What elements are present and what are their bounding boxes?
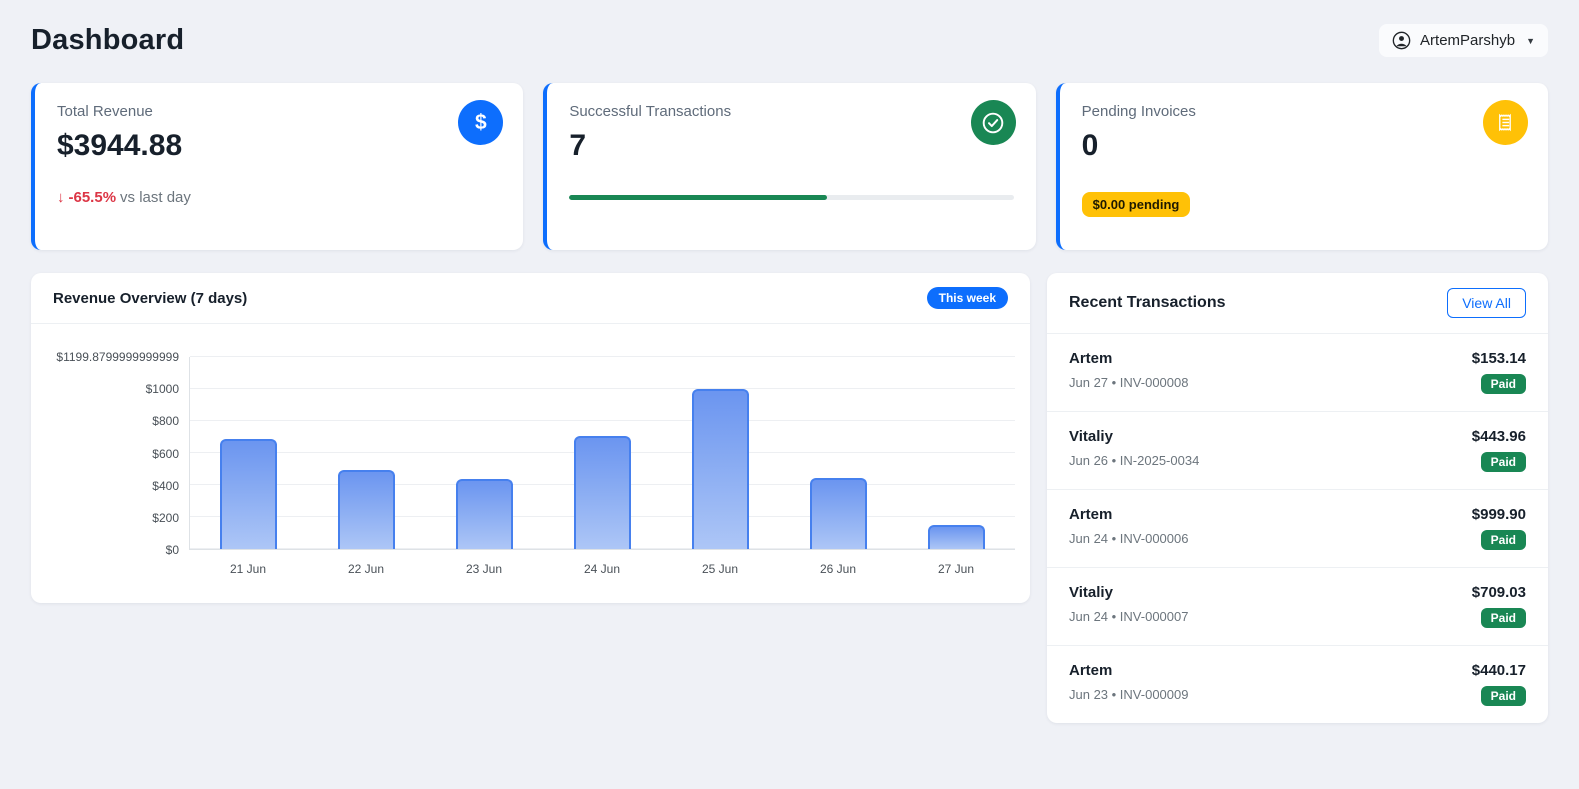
delta-suffix: vs last day (120, 189, 191, 206)
status-badge: Paid (1481, 608, 1526, 628)
transaction-row[interactable]: Vitaliy Jun 24 • INV-000007 $709.03 Paid (1047, 567, 1548, 645)
revenue-bar-chart: $0$200$400$600$800$1000$1199.87999999999… (41, 357, 1015, 576)
main-row: Revenue Overview (7 days) This week $0 $2… (31, 273, 1548, 723)
chart-plot (189, 357, 1015, 550)
total-revenue-card: Total Revenue $3944.88 ↓-65.5%vs last da… (31, 83, 523, 250)
bar-column (544, 357, 662, 549)
revenue-delta: ↓-65.5%vs last day (57, 189, 501, 206)
bar-column (779, 357, 897, 549)
bar-column (426, 357, 544, 549)
dashboard-page: Dashboard ArtemParshyb ▼ Total Revenue $… (0, 0, 1579, 747)
transaction-name: Vitaliy (1069, 584, 1188, 601)
y-tick-label: $200 (152, 511, 179, 525)
transactions-title: Recent Transactions (1069, 294, 1226, 312)
transaction-amount: $709.03 (1472, 584, 1526, 601)
stat-label: Pending Invoices (1082, 103, 1526, 120)
x-tick-label: 25 Jun (661, 562, 779, 576)
transaction-meta: Jun 23 • INV-000009 (1069, 687, 1188, 702)
chart-y-axis: $0$200$400$600$800$1000$1199.87999999999… (41, 357, 189, 550)
chart-x-axis: 21 Jun22 Jun23 Jun24 Jun25 Jun26 Jun27 J… (189, 562, 1015, 576)
bar-21-jun (220, 439, 277, 549)
topbar: Dashboard ArtemParshyb ▼ (31, 24, 1548, 57)
transaction-name: Artem (1069, 662, 1188, 679)
y-tick-label: $0 (166, 543, 179, 557)
stat-label: Total Revenue (57, 103, 501, 120)
x-tick-label: 21 Jun (189, 562, 307, 576)
user-menu-button[interactable]: ArtemParshyb ▼ (1379, 24, 1548, 57)
transaction-row[interactable]: Artem Jun 23 • INV-000009 $440.17 Paid (1047, 645, 1548, 723)
recent-transactions-card: Recent Transactions View All Artem Jun 27… (1047, 273, 1548, 723)
transaction-meta: Jun 24 • INV-000007 (1069, 609, 1188, 624)
transaction-meta: Jun 27 • INV-000008 (1069, 375, 1188, 390)
y-tick-label: $800 (152, 414, 179, 428)
page-title: Dashboard (31, 24, 184, 57)
stat-label: Successful Transactions (569, 103, 1013, 120)
this-week-badge: This week (927, 287, 1008, 309)
bar-column (661, 357, 779, 549)
user-name: ArtemParshyb (1420, 32, 1515, 49)
transactions-header: Recent Transactions View All (1047, 273, 1548, 334)
bars-layer (190, 357, 1015, 549)
x-tick-label: 26 Jun (779, 562, 897, 576)
bar-22-jun (338, 470, 395, 549)
bar-23-jun (456, 479, 513, 549)
y-tick-label: $1199.8799999999999 (56, 350, 179, 364)
transaction-name: Vitaliy (1069, 428, 1199, 445)
bar-24-jun (574, 436, 631, 549)
successful-transactions-card: Successful Transactions 7 (543, 83, 1035, 250)
transactions-progress (569, 195, 1013, 200)
chart-title: Revenue Overview (7 days) (53, 290, 247, 307)
chevron-down-icon: ▼ (1526, 36, 1535, 46)
chart-body: $0 $200 $400 $600 $800 $1000 $1199.87999999999… (31, 324, 1030, 576)
transaction-row[interactable]: Vitaliy Jun 26 • IN-2025-0034 $443.96 Paid (1047, 411, 1548, 489)
x-tick-label: 23 Jun (425, 562, 543, 576)
x-tick-label: 22 Jun (307, 562, 425, 576)
y-tick-label: $1000 (146, 382, 179, 396)
pending-amount-badge: $0.00 pending (1082, 192, 1191, 217)
status-badge: Paid (1481, 374, 1526, 394)
view-all-button[interactable]: View All (1447, 288, 1526, 318)
transaction-amount: $440.17 (1472, 662, 1526, 679)
pending-invoices-card: Pending Invoices 0 $0.00 pending (1056, 83, 1548, 250)
receipt-icon (1483, 100, 1528, 145)
y-tick-label: $600 (152, 447, 179, 461)
transaction-row[interactable]: Artem Jun 27 • INV-000008 $153.14 Paid (1047, 334, 1548, 411)
transactions-progress-fill (569, 195, 827, 200)
bar-column (308, 357, 426, 549)
x-tick-label: 27 Jun (897, 562, 1015, 576)
status-badge: Paid (1481, 530, 1526, 550)
transaction-row[interactable]: Artem Jun 24 • INV-000006 $999.90 Paid (1047, 489, 1548, 567)
chart-header: Revenue Overview (7 days) This week (31, 273, 1030, 324)
x-tick-label: 24 Jun (543, 562, 661, 576)
transaction-name: Artem (1069, 350, 1188, 367)
bar-27-jun (928, 525, 985, 549)
bar-26-jun (810, 478, 867, 549)
bar-25-jun (692, 389, 749, 549)
total-revenue-value: $3944.88 (57, 129, 501, 163)
transaction-name: Artem (1069, 506, 1188, 523)
transaction-amount: $999.90 (1472, 506, 1526, 523)
delta-percent: -65.5% (69, 189, 117, 206)
bar-column (897, 357, 1015, 549)
revenue-chart-card: Revenue Overview (7 days) This week $0 $2… (31, 273, 1030, 603)
status-badge: Paid (1481, 452, 1526, 472)
transaction-amount: $153.14 (1472, 350, 1526, 367)
stats-row: Total Revenue $3944.88 ↓-65.5%vs last da… (31, 83, 1548, 250)
transaction-meta: Jun 24 • INV-000006 (1069, 531, 1188, 546)
transaction-amount: $443.96 (1472, 428, 1526, 445)
pending-invoices-value: 0 (1082, 129, 1526, 163)
transactions-count-value: 7 (569, 129, 1013, 163)
transactions-list: ArtemJun 27 • INV-000008$153.14PaidVital… (1047, 334, 1548, 723)
check-circle-icon (971, 100, 1016, 145)
arrow-down-icon: ↓ (57, 189, 65, 206)
bar-column (190, 357, 308, 549)
transaction-meta: Jun 26 • IN-2025-0034 (1069, 453, 1199, 468)
person-circle-icon (1392, 31, 1411, 50)
y-tick-label: $400 (152, 479, 179, 493)
status-badge: Paid (1481, 686, 1526, 706)
